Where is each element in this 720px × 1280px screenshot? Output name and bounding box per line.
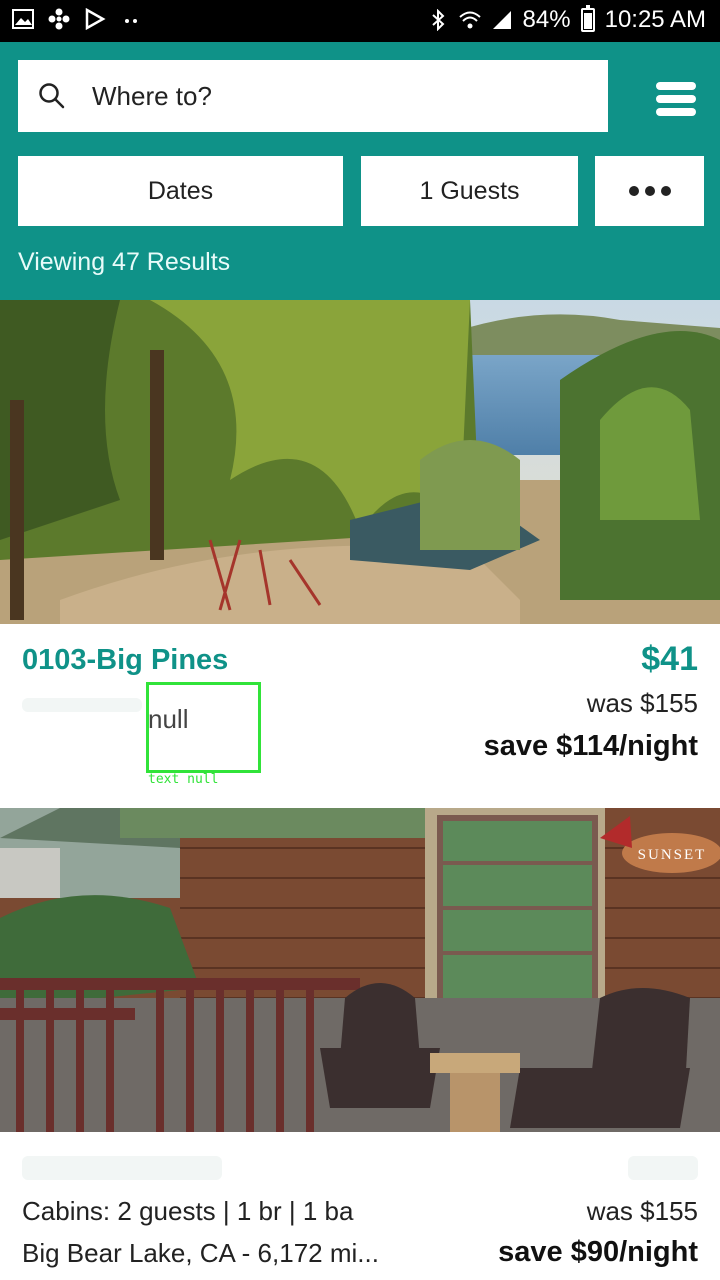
blurred-title bbox=[22, 1156, 222, 1180]
status-bar: 84% 10:25 AM bbox=[0, 0, 720, 42]
dates-label: Dates bbox=[147, 176, 214, 205]
bluetooth-icon bbox=[431, 9, 444, 31]
dates-button[interactable]: Dates bbox=[18, 156, 343, 226]
listing-card-big-pines[interactable]: 0103-Big Pines $41 was $155 save $114/ni… bbox=[0, 624, 720, 808]
status-icons-right: 84% 10:25 AM bbox=[427, 5, 706, 34]
listing-photo-sunset[interactable]: SUNSET bbox=[0, 808, 720, 1132]
fan-icon bbox=[48, 8, 70, 30]
hamburger-menu-icon[interactable] bbox=[656, 82, 696, 116]
results-count: Viewing 47 Results bbox=[18, 248, 231, 276]
cabin-porch-photo: SUNSET bbox=[0, 808, 720, 1132]
search-bar[interactable] bbox=[18, 60, 608, 132]
signal-icon bbox=[492, 11, 511, 29]
search-header: Dates 1 Guests Viewing 47 Results bbox=[0, 42, 720, 300]
gallery-icon bbox=[12, 9, 34, 29]
status-icons-left bbox=[12, 8, 142, 30]
wifi-icon bbox=[458, 11, 481, 29]
debug-null-label: null bbox=[148, 704, 189, 734]
listing-location: Big Bear Lake, CA - 6,172 mi... bbox=[22, 1238, 379, 1268]
search-icon bbox=[39, 83, 65, 109]
blurred-price bbox=[628, 1156, 698, 1180]
listing-price: $41 bbox=[641, 640, 698, 678]
battery-icon bbox=[580, 5, 595, 32]
sunset-sign-text: SUNSET bbox=[638, 847, 707, 863]
search-input[interactable] bbox=[92, 80, 552, 112]
guests-button[interactable]: 1 Guests bbox=[361, 156, 578, 226]
listing-photo-big-pines[interactable] bbox=[0, 300, 720, 624]
original-price: was $155 bbox=[586, 688, 698, 718]
savings-text: save $114/night bbox=[483, 730, 698, 762]
savings-text: save $90/night bbox=[498, 1236, 698, 1268]
listing-card-sunset[interactable]: Cabins: 2 guests | 1 br | 1 ba was $155 … bbox=[0, 1132, 720, 1280]
guests-label: 1 Guests bbox=[419, 176, 520, 205]
play-store-icon bbox=[85, 8, 106, 30]
debug-caption: text null bbox=[148, 772, 219, 787]
battery-percent: 84% bbox=[522, 6, 571, 33]
more-notifications-icon bbox=[125, 19, 137, 23]
clock: 10:25 AM bbox=[604, 6, 706, 33]
listing-details: Cabins: 2 guests | 1 br | 1 ba bbox=[22, 1196, 354, 1226]
lake-cabin-photo bbox=[0, 300, 720, 624]
blurred-text bbox=[22, 698, 142, 712]
original-price: was $155 bbox=[586, 1196, 698, 1226]
listing-title[interactable]: 0103-Big Pines bbox=[22, 644, 228, 677]
more-dots-icon bbox=[628, 186, 671, 196]
more-filters-button[interactable] bbox=[595, 156, 704, 226]
